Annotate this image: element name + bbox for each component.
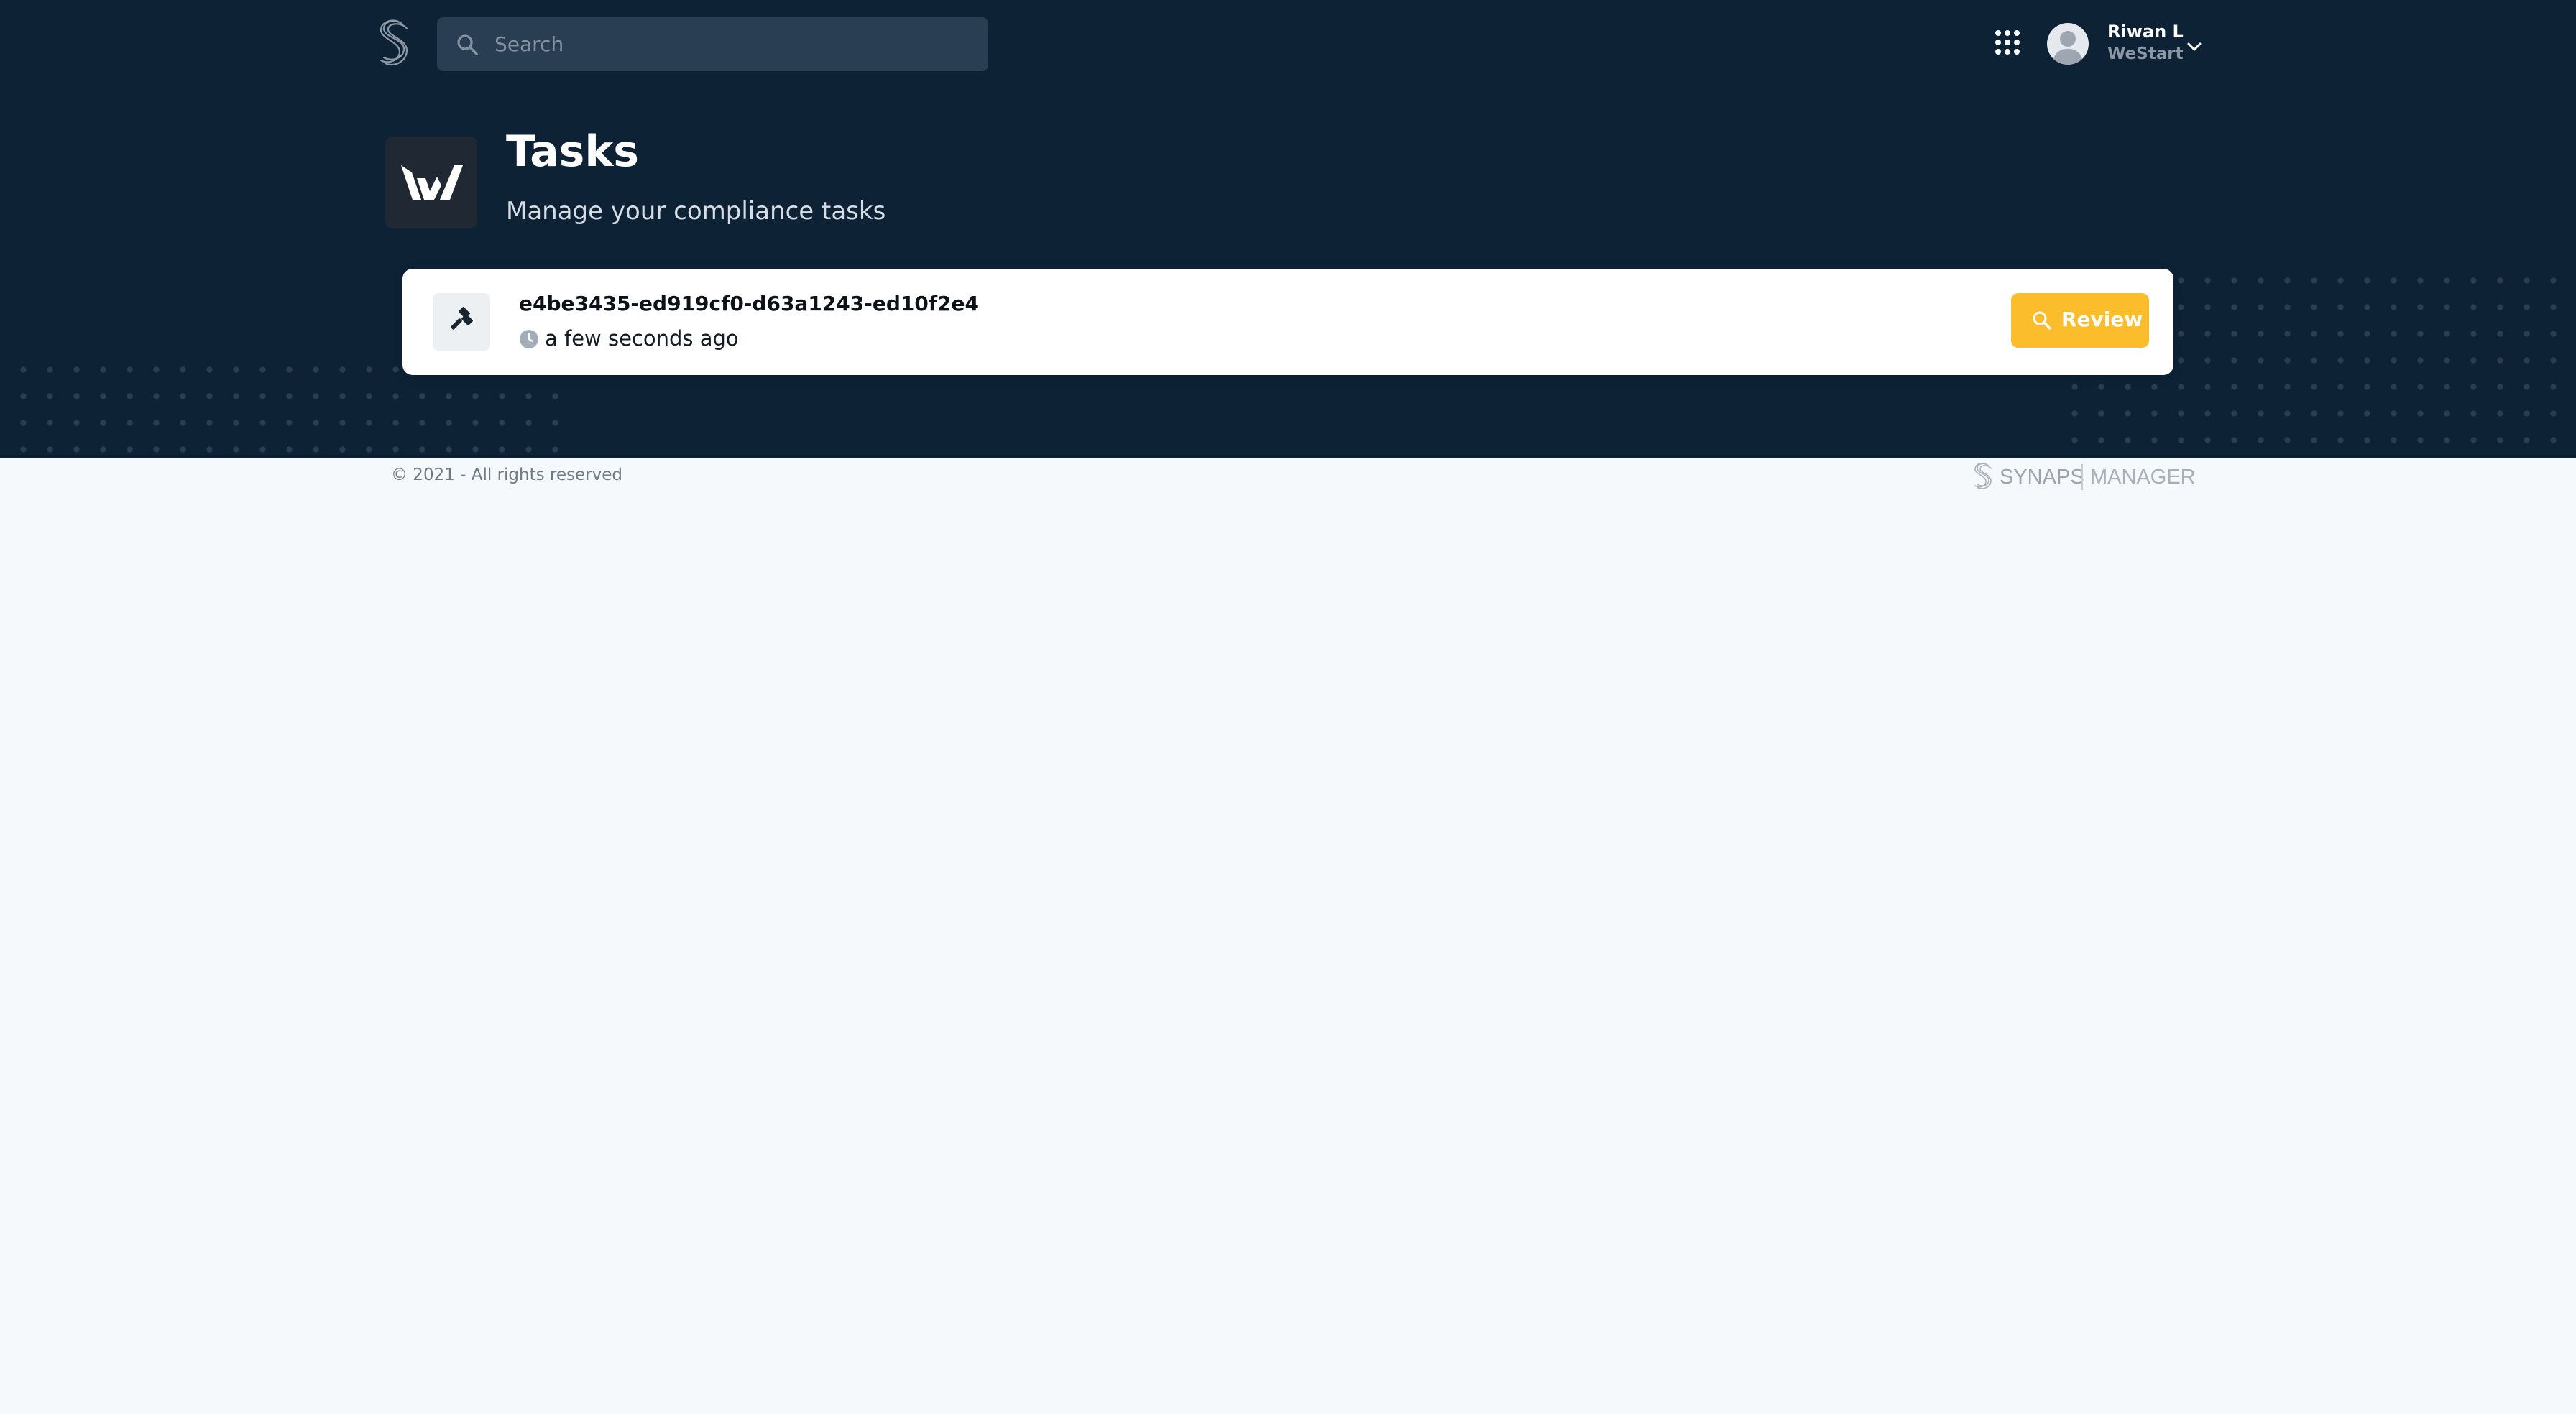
task-time: a few seconds ago xyxy=(545,326,739,351)
brand-name: SYNAPS xyxy=(2000,466,2084,489)
task-type-badge xyxy=(433,293,490,351)
page-title: Tasks xyxy=(506,126,640,177)
search-icon xyxy=(457,34,478,55)
brand-divider xyxy=(2082,464,2083,490)
search-bar[interactable] xyxy=(437,17,988,71)
user-organization: WeStart xyxy=(2107,45,2184,63)
header-hero: Riwan L WeStart Tasks Manage your compli… xyxy=(0,0,2576,458)
avatar xyxy=(2047,23,2089,65)
page-subtitle: Manage your compliance tasks xyxy=(506,197,886,226)
synaps-logo-icon[interactable] xyxy=(375,17,413,70)
synaps-logo-icon xyxy=(1974,463,1992,489)
chevron-down-icon[interactable] xyxy=(2184,36,2205,57)
search-icon xyxy=(2033,311,2051,330)
user-menu[interactable]: Riwan L WeStart xyxy=(2047,20,2209,70)
review-button-label: Review xyxy=(2061,308,2143,331)
grid-dots-icon[interactable] xyxy=(1994,29,2021,56)
task-card[interactable]: e4be3435-ed919cf0-d63a1243-ed10f2e4 a fe… xyxy=(402,269,2174,375)
review-button[interactable]: Review xyxy=(2011,293,2149,348)
gavel-icon xyxy=(451,307,473,330)
westart-logo-icon xyxy=(401,165,463,200)
task-id[interactable]: e4be3435-ed919cf0-d63a1243-ed10f2e4 xyxy=(519,292,979,315)
search-input[interactable] xyxy=(494,17,962,71)
footer-brand[interactable]: SYNAPS MANAGER xyxy=(1969,460,2196,493)
user-name: Riwan L xyxy=(2107,22,2184,42)
app-logo xyxy=(385,137,477,228)
clock-icon xyxy=(520,330,538,348)
brand-product: MANAGER xyxy=(2090,466,2196,489)
copyright-text: © 2021 - All rights reserved xyxy=(391,466,622,484)
user-silhouette-icon xyxy=(2053,31,2083,65)
